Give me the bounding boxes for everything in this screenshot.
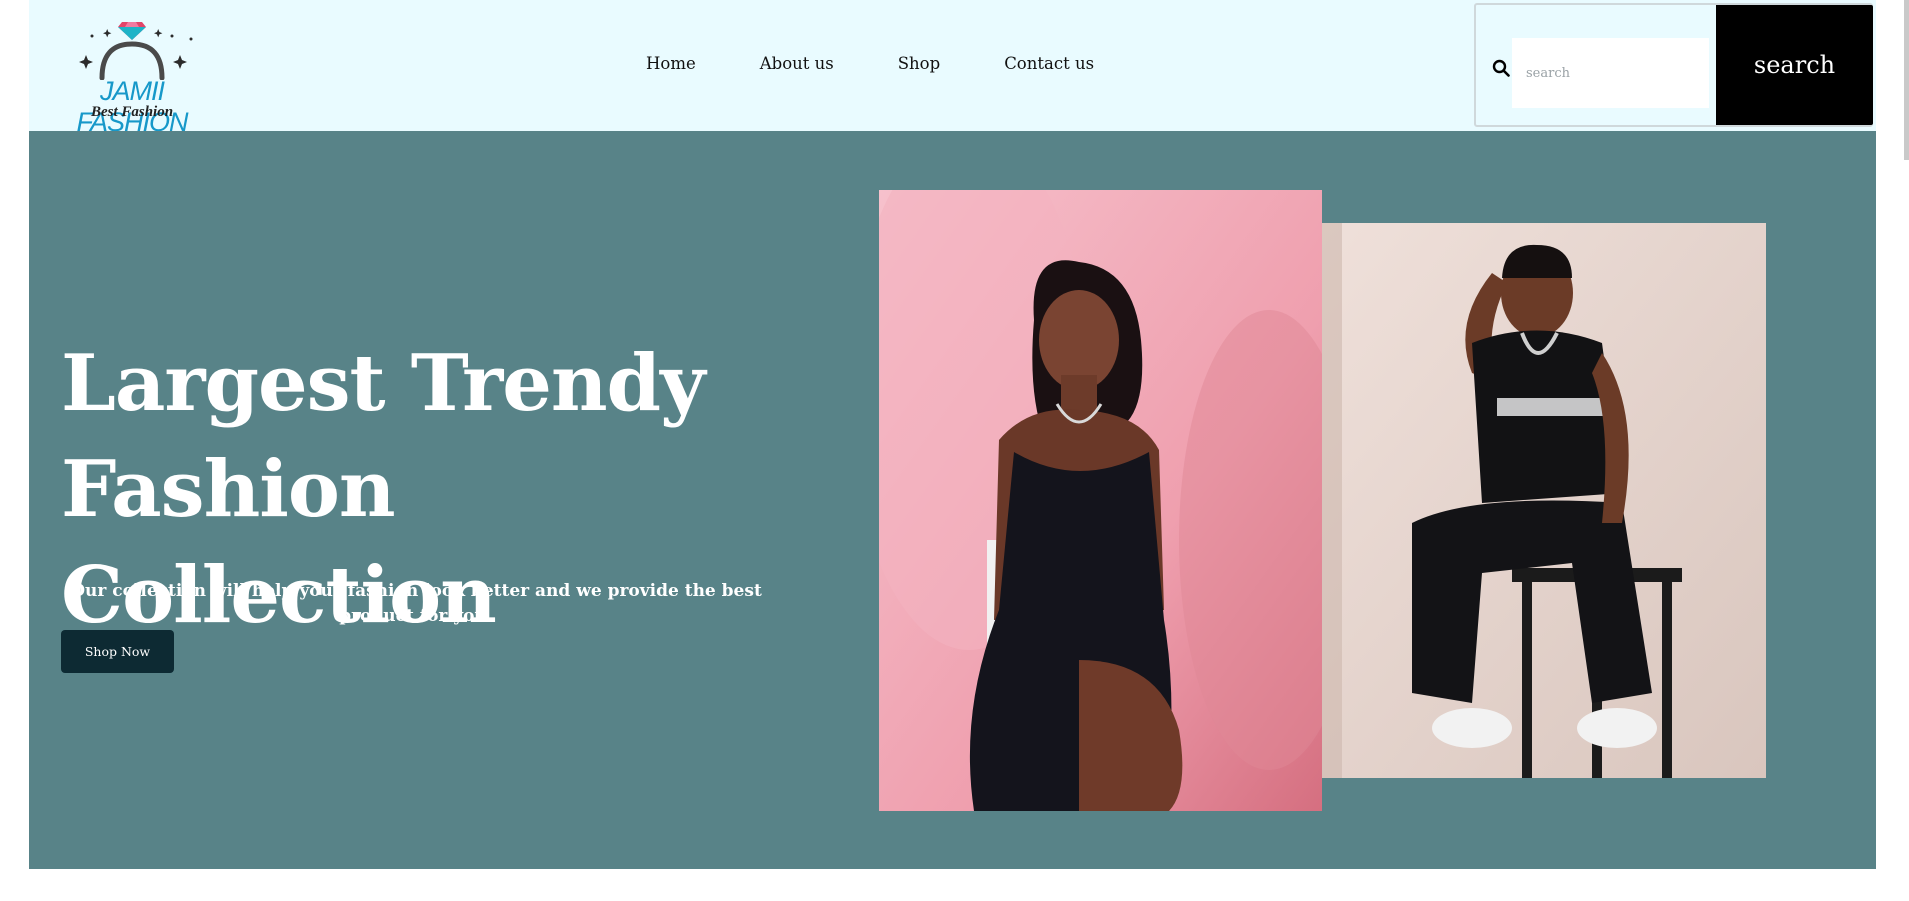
- brand-logo[interactable]: JAMII FASHION Best Fashion: [42, 18, 222, 137]
- nav-link-contact-us[interactable]: Contact us: [1004, 54, 1094, 73]
- woman-in-black-dress-photo: [879, 190, 1322, 811]
- nav-link-shop[interactable]: Shop: [898, 54, 940, 73]
- nav-link-home[interactable]: Home: [646, 54, 696, 73]
- diamond-ring-icon: [79, 22, 193, 80]
- search-icon: [1492, 59, 1510, 77]
- shop-now-button[interactable]: Shop Now: [61, 630, 174, 673]
- page-scrollbar[interactable]: [1904, 0, 1909, 160]
- hero-description: Our collection will help your fashion lo…: [70, 581, 762, 626]
- nav-link-about-us[interactable]: About us: [760, 54, 834, 73]
- brand-tagline: Best Fashion: [90, 104, 174, 120]
- hero-title-line-1: Largest Trendy: [61, 338, 705, 429]
- site-header: JAMII FASHION Best Fashion Home About us…: [29, 0, 1876, 137]
- man-in-black-outfit-photo: [1322, 223, 1766, 778]
- search-bar: search: [1474, 3, 1873, 127]
- search-button[interactable]: search: [1716, 5, 1873, 125]
- hero-section: Largest Trendy Fashion Collection Our co…: [29, 131, 1876, 869]
- search-input[interactable]: [1512, 38, 1709, 108]
- main-nav: Home About us Shop Contact us: [646, 54, 1094, 73]
